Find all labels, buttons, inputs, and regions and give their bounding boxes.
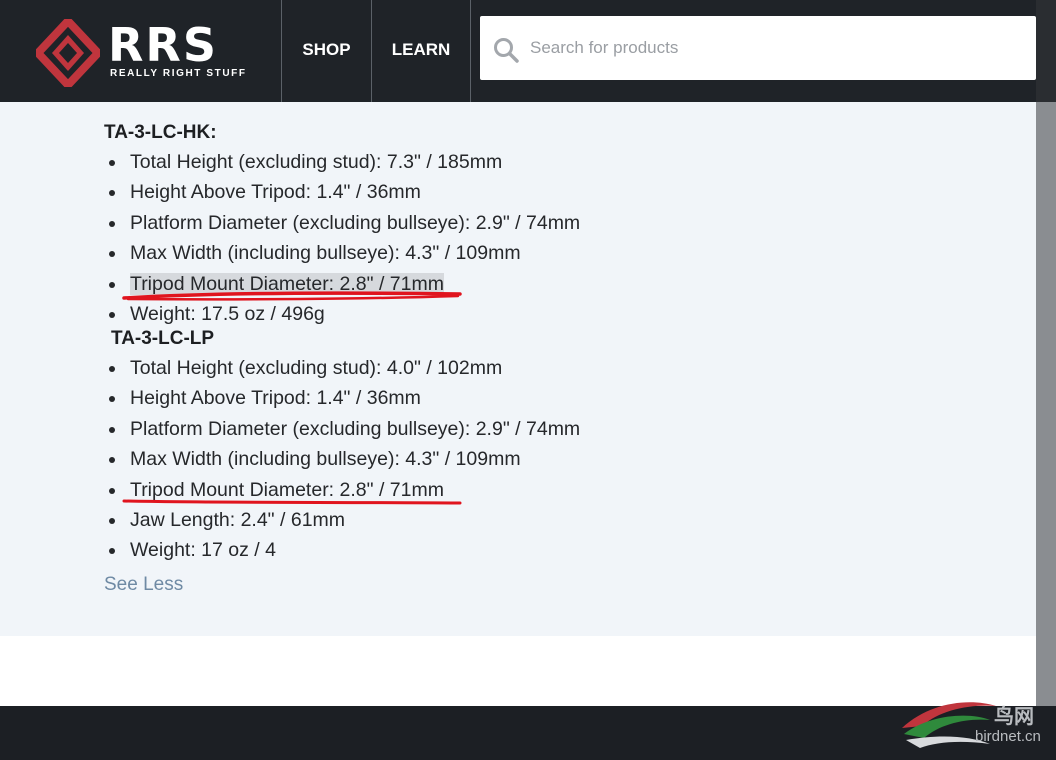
nav-learn[interactable]: LEARN [372,0,470,102]
nav-shop[interactable]: SHOP [282,0,371,102]
list-item: Height Above Tripod: 1.4" / 36mm [108,177,580,207]
group-title-hk: TA-3-LC-HK: [104,122,217,143]
spec-list-hk: Total Height (excluding stud): 7.3" / 18… [108,147,580,329]
list-item: Platform Diameter (excluding bullseye): … [108,414,580,444]
scrollbar-top [1036,0,1056,102]
list-item: Max Width (including bullseye): 4.3" / 1… [108,444,580,474]
watermark-url: birdnet.cn [975,728,1041,745]
list-item: Weight: 17 oz / 4 [108,535,580,565]
search-icon [494,38,519,63]
list-item: Jaw Length: 2.4" / 61mm [108,505,580,535]
list-item: Total Height (excluding stud): 7.3" / 18… [108,147,580,177]
selected-text: Tripod Mount Diameter: 2.8" / 71mm [130,272,444,295]
list-item: Total Height (excluding stud): 4.0" / 10… [108,353,580,383]
search-box[interactable] [480,16,1036,80]
group-title-lp: TA-3-LC-LP [111,328,215,349]
rrs-diamond-icon [36,19,100,87]
list-item: Height Above Tripod: 1.4" / 36mm [108,383,580,413]
search-input[interactable] [530,16,1020,80]
site-header: RRS REALLY RIGHT STUFF SHOP LEARN [0,0,1056,102]
spec-panel: TA-3-LC-HK: Total Height (excluding stud… [0,102,1036,636]
scrollbar-track[interactable] [1036,0,1056,706]
list-item-highlighted: Tripod Mount Diameter: 2.8" / 71mm [108,269,580,299]
logo-wordmark: RRS [108,18,218,72]
list-item: Max Width (including bullseye): 4.3" / 1… [108,238,580,268]
list-item: Weight: 17.5 oz / 496g [108,299,580,329]
site-footer [0,706,1056,760]
see-less-link[interactable]: See Less [104,574,183,596]
watermark-text: 鸟网 [994,706,1034,728]
list-item: Tripod Mount Diameter: 2.8" / 71mm [108,475,580,505]
logo-tagline: REALLY RIGHT STUFF [110,68,247,79]
spec-list-lp: Total Height (excluding stud): 4.0" / 10… [108,353,580,566]
rrs-logo[interactable]: RRS REALLY RIGHT STUFF [36,19,256,87]
nav-divider [470,0,471,102]
list-item: Platform Diameter (excluding bullseye): … [108,208,580,238]
